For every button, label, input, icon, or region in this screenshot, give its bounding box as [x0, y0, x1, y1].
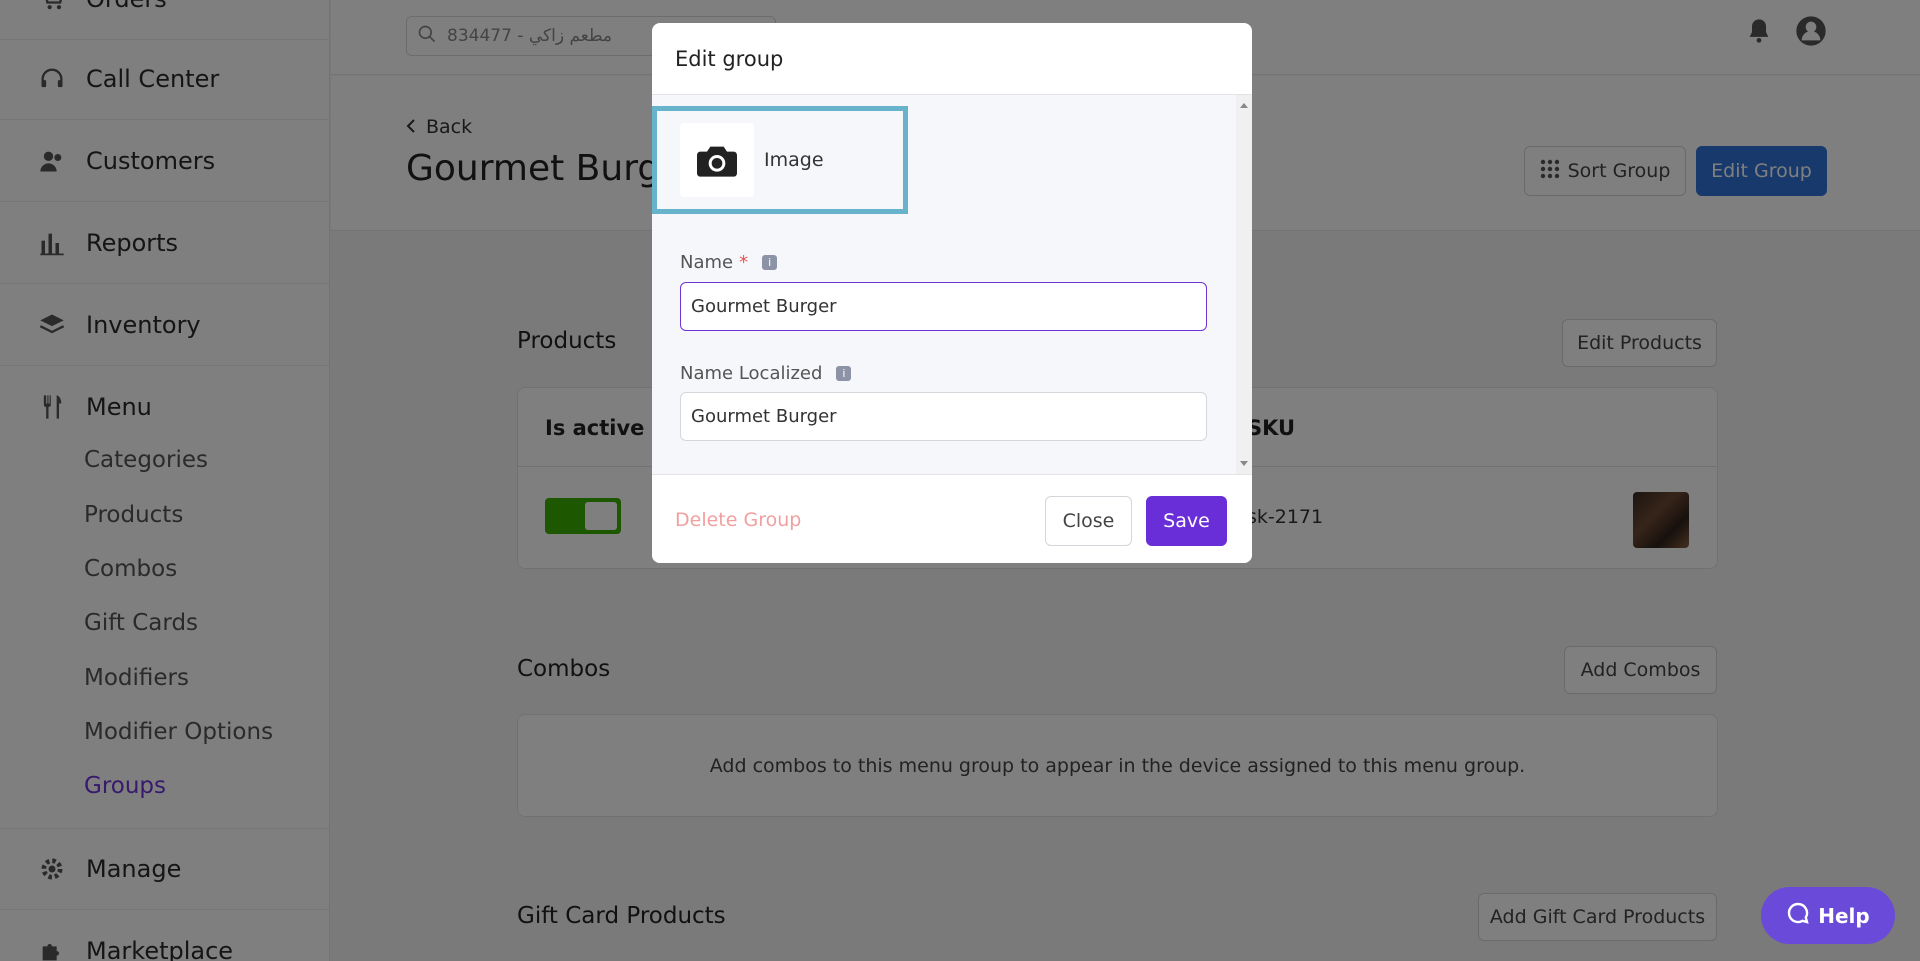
help-label: Help: [1818, 903, 1870, 928]
name-localized-label: Name Localized i: [680, 363, 852, 384]
modal-footer: Delete Group Close Save: [652, 474, 1252, 563]
info-icon[interactable]: i: [762, 255, 778, 270]
help-button[interactable]: Help: [1761, 887, 1895, 944]
modal-body: Image Name* i Name Localized i: [652, 95, 1252, 474]
name-localized-input[interactable]: [680, 392, 1207, 441]
info-icon[interactable]: i: [836, 366, 852, 381]
image-label: Image: [764, 149, 824, 171]
name-label: Name * i: [680, 252, 778, 273]
scroll-up-arrow[interactable]: [1240, 103, 1248, 108]
image-upload[interactable]: Image: [652, 106, 908, 214]
modal-title: Edit group: [652, 23, 1252, 95]
delete-group-button[interactable]: Delete Group: [675, 509, 801, 531]
edit-group-modal: Edit group Image Name*i Name Localizedi …: [652, 23, 1252, 563]
chat-bubble-icon: [1786, 901, 1810, 930]
required-marker: *: [739, 252, 749, 273]
close-button[interactable]: Close: [1045, 496, 1132, 546]
save-button[interactable]: Save: [1146, 496, 1227, 546]
name-label-text: Name: [680, 252, 734, 273]
modal-scrollbar[interactable]: [1236, 95, 1252, 474]
scroll-down-arrow[interactable]: [1240, 461, 1248, 466]
camera-icon: [680, 123, 754, 197]
name-localized-label-text: Name Localized: [680, 363, 823, 384]
name-input[interactable]: [680, 282, 1207, 331]
